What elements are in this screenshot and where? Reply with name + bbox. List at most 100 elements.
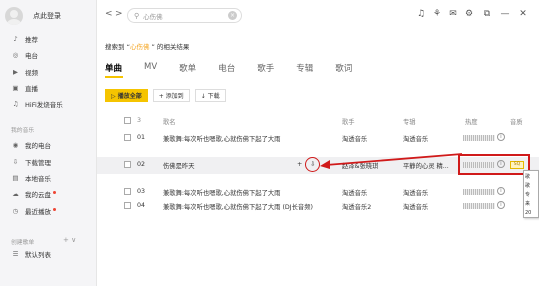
hot-bar: [463, 189, 495, 195]
sidebar-item-radio[interactable]: ◎ 电台: [0, 48, 97, 62]
result-prefix: 搜索到 “: [105, 43, 130, 51]
login-link[interactable]: 点此登录: [33, 11, 61, 21]
table-header: 3 歌名 歌手 专辑 热度 音质: [97, 113, 539, 130]
song-title[interactable]: 兼歌舞:每次听也嗯歌,心就伤佛下起了大雨: [163, 188, 333, 197]
hot-bar: [463, 203, 495, 209]
sidebar-item-my-radio[interactable]: ◉ 我的电台: [0, 138, 97, 152]
sidebar-item-label: 电台: [25, 52, 38, 60]
table-row[interactable]: 04 兼歌舞:每次听也嗯歌,心就伤佛下起了大雨 (DJ长音频) 淘透音乐2 淘透…: [97, 198, 539, 215]
header-count: 3: [137, 117, 142, 124]
mail-icon[interactable]: ✉: [447, 9, 459, 19]
download-manager-icon: ⇩: [12, 158, 19, 166]
music-note-icon: ♪: [13, 35, 18, 43]
tab-albums[interactable]: 专辑: [296, 62, 313, 74]
play-all-button[interactable]: ▷ 播放全部: [105, 89, 148, 102]
row-add-icon[interactable]: +: [297, 161, 302, 168]
song-album[interactable]: 淘透音乐: [403, 188, 428, 197]
sidebar-item-label: 我的云盘: [25, 191, 51, 199]
notification-dot: [53, 190, 56, 194]
search-icon: ⚲: [134, 11, 140, 20]
song-album[interactable]: 淘透音乐: [403, 202, 428, 211]
tab-mv[interactable]: MV: [144, 62, 157, 74]
highlight-box: [458, 154, 530, 175]
section-created-playlists: 创建歌单: [11, 240, 35, 246]
sidebar-item-label: 我的电台: [25, 142, 51, 150]
tab-playlists[interactable]: 歌单: [179, 62, 196, 74]
cloud-disk-icon: ☁: [12, 190, 19, 198]
download-button[interactable]: ↓ 下载: [194, 89, 226, 102]
header-quality: 音质: [510, 119, 523, 126]
row-index: 01: [137, 134, 146, 141]
result-tabs: 单曲 MV 歌单 电台 歌手 专辑 歌词: [105, 62, 374, 74]
sidebar-item-download-manager[interactable]: ⇩ 下载管理: [0, 155, 97, 169]
song-title[interactable]: 兼歌舞:每次听也嗯歌,心就伤佛下起了大雨: [163, 134, 333, 143]
song-artist[interactable]: 淘透音乐: [342, 188, 367, 197]
sidebar-item-video[interactable]: ▶ 视频: [0, 65, 97, 79]
tab-radio[interactable]: 电台: [218, 62, 235, 74]
header-song: 歌名: [163, 119, 176, 126]
hot-bar: [463, 135, 495, 141]
sidebar-item-recent-play[interactable]: ◷ 最近播放: [0, 204, 97, 218]
sidebar-item-live[interactable]: ▣ 直播: [0, 81, 97, 95]
song-title[interactable]: 兼歌舞:每次听也嗯歌,心就伤佛下起了大雨 (DJ长音频): [163, 202, 335, 211]
row-checkbox[interactable]: [124, 161, 131, 168]
shirt-icon[interactable]: ⚘: [431, 9, 443, 19]
sidebar-item-cloud-disk[interactable]: ☁ 我的云盘: [0, 187, 97, 201]
my-radio-icon: ◉: [12, 141, 19, 149]
result-suffix: ” 的相关结果: [149, 43, 190, 51]
sidebar-item-default-list[interactable]: ☰ 默认列表: [0, 247, 97, 261]
info-icon[interactable]: i: [497, 133, 505, 141]
live-icon: ▣: [12, 84, 19, 92]
row-checkbox[interactable]: [124, 188, 131, 195]
sidebar-item-hifi[interactable]: ♫ HiFi发烧音乐: [0, 97, 97, 111]
song-artist[interactable]: 淘透音乐: [342, 134, 367, 143]
sidebar-item-label: 推荐: [25, 36, 38, 44]
sidebar-item-label: 最近播放: [25, 208, 51, 216]
select-all-checkbox[interactable]: [124, 117, 131, 124]
header-album: 专辑: [403, 119, 416, 126]
sidebar-item-label: 直播: [25, 85, 38, 93]
local-music-icon: ▤: [12, 174, 19, 182]
clear-search-icon[interactable]: ×: [228, 11, 237, 20]
settings-icon[interactable]: ⚙: [463, 9, 475, 19]
sidebar-item-recommend[interactable]: ♪ 推荐: [0, 32, 97, 46]
sidebar-item-label: HiFi发烧音乐: [25, 101, 63, 109]
forward-icon[interactable]: >: [115, 9, 123, 19]
minimize-icon[interactable]: —: [499, 9, 511, 19]
row-checkbox[interactable]: [124, 202, 131, 209]
mini-mode-icon[interactable]: ⧉: [481, 9, 493, 19]
sidebar-item-local-music[interactable]: ▤ 本地音乐: [0, 171, 97, 185]
tab-lyrics[interactable]: 歌词: [335, 62, 352, 74]
close-icon[interactable]: ✕: [517, 9, 529, 19]
radio-icon: ◎: [12, 51, 19, 59]
tab-songs[interactable]: 单曲: [105, 62, 122, 74]
row-checkbox[interactable]: [124, 134, 131, 141]
back-icon[interactable]: <: [105, 9, 113, 19]
add-to-button[interactable]: + 添加到: [152, 89, 190, 102]
table-row[interactable]: 01 兼歌舞:每次听也嗯歌,心就伤佛下起了大雨 淘透音乐 淘透音乐 i: [97, 130, 539, 147]
song-album[interactable]: 淘透音乐: [403, 134, 428, 143]
avatar[interactable]: [5, 7, 23, 25]
playlist-icon: ☰: [12, 250, 19, 258]
notification-dot: [53, 207, 56, 211]
action-bar: ▷ 播放全部 + 添加到 ↓ 下载: [105, 89, 231, 102]
info-icon[interactable]: i: [497, 201, 505, 209]
hifi-icon: ♫: [12, 100, 19, 108]
sidebar: 点此登录 ♪ 推荐 ◎ 电台 ▶ 视频 ▣ 直播 ♫ HiFi发烧音乐 我的音乐 ◉ 我的电…: [0, 0, 97, 286]
result-query: 心伤佛: [129, 43, 150, 51]
annotation-arrow: [320, 153, 463, 169]
playlist-tools[interactable]: + ∨: [63, 236, 76, 244]
row-index: 04: [137, 202, 146, 209]
search-input[interactable]: [143, 11, 224, 20]
search-box[interactable]: ⚲ ×: [127, 8, 242, 23]
tab-artists[interactable]: 歌手: [257, 62, 274, 74]
song-artist[interactable]: 淘透音乐2: [342, 202, 371, 211]
row-index: 02: [137, 161, 146, 168]
headphones-icon[interactable]: ♫: [415, 9, 427, 19]
sidebar-item-label: 视频: [25, 69, 38, 77]
info-icon[interactable]: i: [497, 187, 505, 195]
song-title[interactable]: 伤佛是昨天: [163, 161, 293, 170]
section-my-music: 我的音乐: [11, 128, 35, 134]
recent-play-icon: ◷: [12, 207, 19, 215]
sidebar-item-label: 下载管理: [25, 159, 51, 167]
